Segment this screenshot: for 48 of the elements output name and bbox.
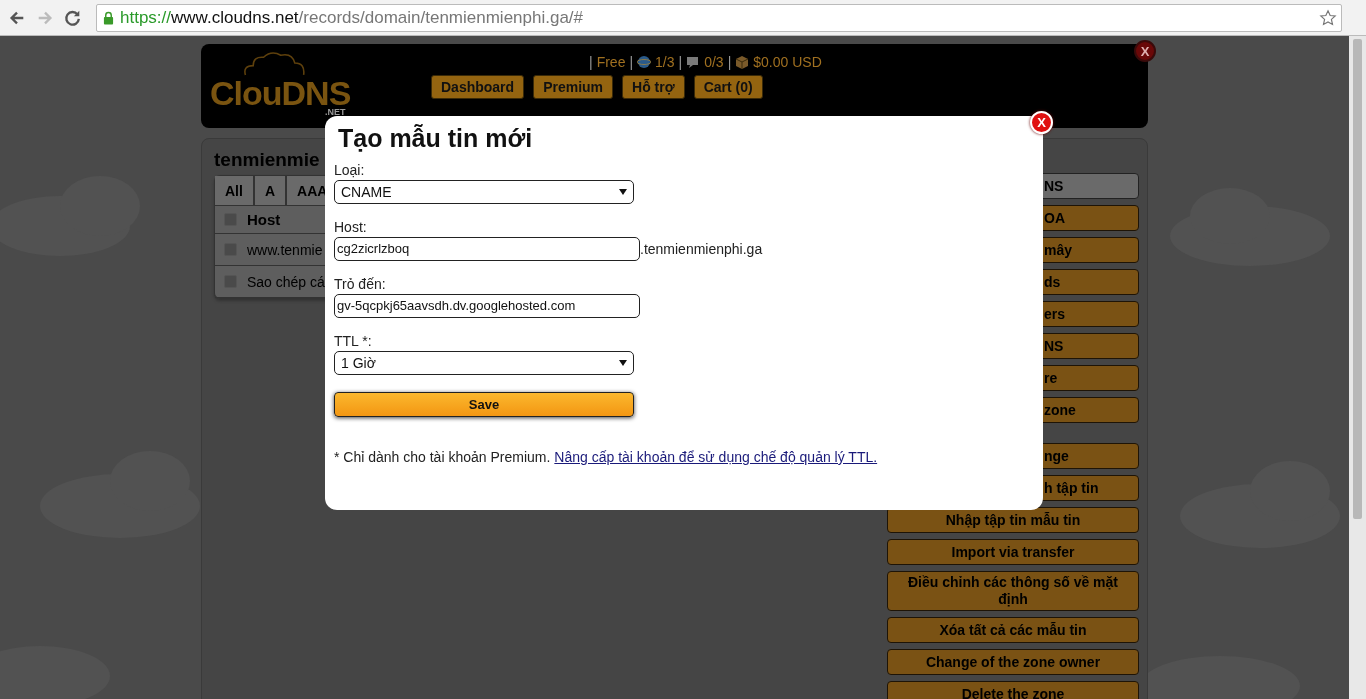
note-text: * Chỉ dành cho tài khoản Premium. xyxy=(334,449,551,465)
upgrade-link[interactable]: Nâng cấp tài khoản để sử dụng chế độ quản lý TTL. xyxy=(554,449,878,465)
sidebar-button[interactable]: Delete the zone xyxy=(887,681,1139,699)
sidebar-button[interactable]: Import via transfer xyxy=(887,539,1139,565)
field-label: Loại: xyxy=(334,162,366,178)
separator-text: | xyxy=(629,54,634,70)
sidebar-button[interactable]: Điều chỉnh các thông số về mặt định xyxy=(887,571,1139,611)
filter-tab[interactable]: All xyxy=(215,176,255,205)
dialog-title: Tạo mẫu tin mới xyxy=(338,124,534,153)
sidebar-button[interactable]: Xóa tất cả các mẫu tin xyxy=(887,617,1139,643)
close-button[interactable]: X xyxy=(1134,40,1156,62)
zone-title: tenmienmie xyxy=(214,149,320,172)
nav-button[interactable]: Hỗ trợ xyxy=(622,75,685,99)
field-label: Trỏ đến: xyxy=(334,276,387,292)
nav-button[interactable]: Cart (0) xyxy=(693,75,763,99)
sidebar-button[interactable]: Change of the zone owner xyxy=(887,649,1139,675)
logo-subtext: .NET xyxy=(325,107,346,117)
input-field[interactable]: cg2zicrlzboq xyxy=(334,237,640,261)
select-field[interactable]: 1 Giờ xyxy=(334,351,634,375)
stat-value: 0/3 xyxy=(704,54,724,70)
field-label: Host: xyxy=(334,219,368,235)
box-icon xyxy=(735,55,750,69)
address-bar[interactable]: https://www.cloudns.net/records/domain/tenmienmienphi.ga/# xyxy=(96,3,1342,32)
domain-suffix: .tenmienmienphi.ga xyxy=(640,241,763,257)
reload-icon[interactable] xyxy=(64,8,82,27)
select-field[interactable]: CNAME xyxy=(334,180,634,204)
globe-icon xyxy=(637,55,652,69)
stat-value: 1/3 xyxy=(655,54,675,70)
lock-icon xyxy=(103,10,114,25)
save-button[interactable]: Save xyxy=(334,392,634,417)
separator-text: | xyxy=(678,54,683,70)
table-cell: www.tenmie xyxy=(247,241,323,258)
logo-text: ClouDNS xyxy=(210,76,351,110)
table-cell: Sao chép cá xyxy=(247,273,325,290)
plan-label: Free xyxy=(596,54,626,70)
filter-tab[interactable]: A xyxy=(254,176,287,205)
column-header: Host xyxy=(247,211,281,228)
scrollbar[interactable] xyxy=(1349,36,1366,699)
field-label: TTL *: xyxy=(334,333,373,349)
input-field[interactable]: gv-5qcpkj65aavsdh.dv.googlehosted.com xyxy=(334,294,640,318)
chat-icon xyxy=(686,55,701,69)
star-icon[interactable] xyxy=(1319,8,1337,27)
nav-button[interactable]: Dashboard xyxy=(431,75,525,99)
stat-value: $0.00 USD xyxy=(753,54,822,70)
separator-text: | xyxy=(589,54,593,70)
separator-text: | xyxy=(727,54,732,70)
nav-button[interactable]: Premium xyxy=(533,75,614,99)
sidebar-button[interactable]: Nhập tập tin mẫu tin xyxy=(887,507,1139,533)
